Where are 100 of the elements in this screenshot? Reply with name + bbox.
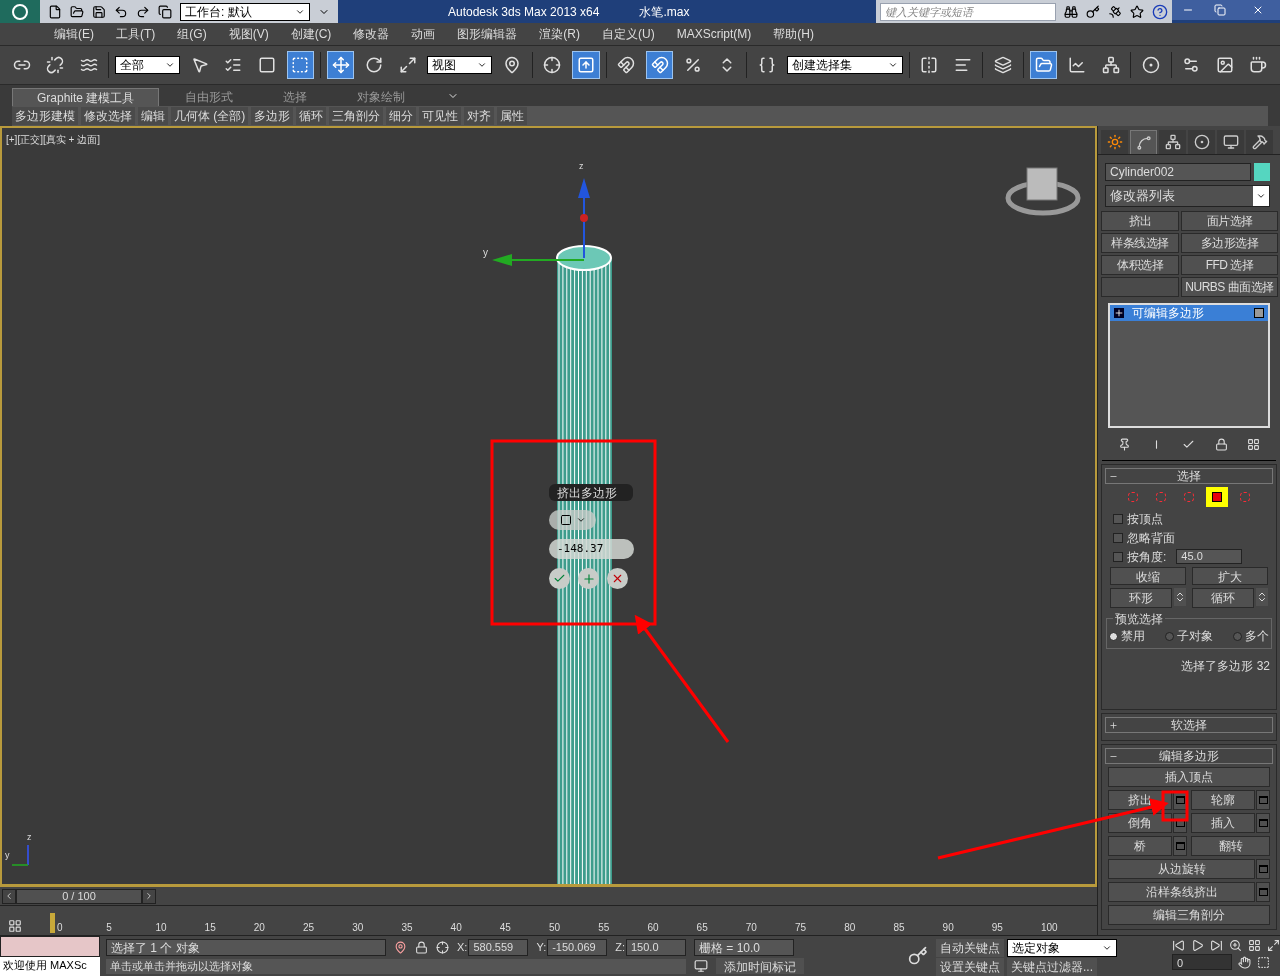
panel-button[interactable]: 多边形选择	[1181, 233, 1278, 253]
app-logo[interactable]	[0, 0, 40, 23]
rollout-header[interactable]: 选择	[1105, 468, 1273, 484]
panel-tab[interactable]	[1217, 130, 1244, 154]
ribbon-panel-button[interactable]: 修改选择	[81, 107, 135, 125]
file-icon[interactable]	[48, 4, 62, 19]
ribbon-tab[interactable]: 选择	[259, 88, 332, 106]
panel-button[interactable]: 编辑三角剖分	[1108, 905, 1270, 925]
ribbon-tab[interactable]: Graphite 建模工具	[12, 88, 160, 106]
rollout-header[interactable]: 软选择	[1105, 717, 1273, 733]
key-mode-dropdown[interactable]: 选定对象	[1007, 939, 1117, 957]
copy-icon[interactable]	[158, 4, 172, 19]
panel-button[interactable]: 沿样条线挤出	[1108, 882, 1255, 902]
ribbon-panel-button[interactable]: 循环	[296, 107, 327, 125]
ribbon-panel-button[interactable]: 几何体 (全部)	[171, 107, 249, 125]
panel-button[interactable]: 挤出	[1101, 211, 1179, 231]
toolbar-button[interactable]	[646, 51, 674, 79]
panel-button[interactable]: 轮廓	[1191, 790, 1255, 810]
search-field[interactable]: 键入关键字或短语	[880, 2, 1056, 21]
menu-item[interactable]: MAXScript(M)	[676, 25, 752, 43]
crosshair-icon[interactable]	[436, 941, 449, 954]
ribbon-tab[interactable]: 自由形式	[161, 88, 258, 106]
ribbon-panel-button[interactable]: 对齐	[464, 107, 495, 125]
panel-button[interactable]: 插入顶点	[1108, 767, 1270, 787]
menu-item[interactable]: 自定义(U)	[602, 25, 655, 43]
panel-button[interactable]: 翻转	[1191, 836, 1270, 856]
settings-button[interactable]	[1256, 859, 1270, 879]
ribbon-panel-button[interactable]: 多边形建模	[12, 107, 78, 125]
listener-field[interactable]	[0, 936, 100, 958]
box-select-icon[interactable]	[1257, 955, 1270, 969]
spinner-icon[interactable]	[1174, 588, 1186, 606]
workspace-dropdown[interactable]: 工作台: 默认	[180, 2, 310, 21]
pin-icon[interactable]	[394, 941, 407, 954]
toolbar-dropdown[interactable]: 视图	[427, 56, 493, 74]
settings-button[interactable]	[1256, 882, 1270, 902]
panel-tab[interactable]	[1101, 130, 1128, 154]
satellite-icon[interactable]	[1108, 4, 1122, 19]
rollout-header[interactable]: 编辑多边形	[1105, 748, 1273, 764]
pin-icon[interactable]	[1117, 437, 1131, 451]
binoculars-icon[interactable]	[1064, 4, 1078, 19]
panel-button[interactable]: 面片选择	[1181, 211, 1278, 231]
frame-marker[interactable]	[50, 913, 55, 933]
lock-icon[interactable]	[1214, 437, 1228, 451]
ribbon-panel-button[interactable]: 编辑	[138, 107, 168, 125]
viewport-label[interactable]: [+][正交][真实 + 边面]	[6, 132, 100, 147]
save-icon[interactable]	[92, 4, 106, 19]
undo-icon[interactable]	[114, 4, 128, 19]
time-slider-thumb[interactable]: 0 / 100	[16, 888, 142, 904]
menu-item[interactable]: 修改器	[353, 25, 390, 43]
ribbon-panel-button[interactable]: 多边形	[251, 107, 294, 125]
radio-button[interactable]	[1165, 631, 1174, 641]
menu-item[interactable]: 渲染(R)	[539, 25, 580, 43]
frame-field[interactable]: 0	[1172, 954, 1232, 970]
minimize-button[interactable]	[1172, 0, 1204, 20]
panel-button[interactable]: FFD 选择	[1181, 255, 1278, 275]
menu-item[interactable]: 创建(C)	[290, 25, 332, 43]
checkbox[interactable]	[1113, 513, 1123, 524]
expand-icon[interactable]	[1109, 721, 1118, 730]
skip-back-icon[interactable]	[1172, 939, 1185, 952]
ribbon-panel-button[interactable]: 细分	[386, 107, 417, 125]
toolbar-dropdown[interactable]: 全部	[115, 56, 181, 74]
checkbox[interactable]	[1113, 532, 1123, 543]
toolbar-button[interactable]	[1029, 51, 1058, 79]
viewport[interactable]: [+][正交][真实 + 边面] z y z y 挤出多边形 -148.37	[0, 126, 1097, 886]
panel-tab[interactable]	[1159, 130, 1186, 154]
add-time-tag-button[interactable]: 添加时间标记	[716, 958, 804, 974]
folder-icon[interactable]	[70, 4, 84, 19]
redo-icon[interactable]	[136, 4, 150, 19]
angle-field[interactable]: 45.0	[1176, 549, 1243, 564]
menu-item[interactable]: 组(G)	[177, 25, 207, 43]
key-icon[interactable]	[908, 946, 928, 966]
panel-tab[interactable]	[1188, 130, 1215, 154]
menu-item[interactable]: 帮助(H)	[773, 25, 814, 43]
panel-button[interactable]: 从边旋转	[1108, 859, 1255, 879]
panel-button[interactable]: 倒角	[1108, 813, 1172, 833]
panel-button[interactable]: 环形	[1110, 588, 1172, 608]
spinner-icon[interactable]	[1256, 588, 1268, 606]
toolbar-dropdown[interactable]: 创建选择集	[786, 56, 903, 74]
checkbox[interactable]	[1113, 551, 1123, 562]
auto-key-button[interactable]: 自动关键点	[936, 939, 1004, 957]
stack-item[interactable]: 可编辑多边形	[1110, 305, 1268, 321]
skip-forward-icon[interactable]	[1210, 939, 1223, 952]
key-icon[interactable]	[1086, 4, 1100, 19]
caddy-dropdown[interactable]	[549, 510, 596, 530]
menu-item[interactable]: 工具(T)	[116, 25, 156, 43]
key-filters-button[interactable]: 关键点过滤器...	[1007, 958, 1097, 976]
panel-button[interactable]: 桥	[1108, 836, 1172, 856]
modifier-list-dropdown[interactable]: 修改器列表	[1105, 185, 1270, 207]
object-name-field[interactable]: Cylinder002	[1105, 163, 1251, 181]
panel-button[interactable]: 循环	[1192, 588, 1254, 608]
color-swatch[interactable]	[1254, 163, 1270, 181]
lock-icon[interactable]	[415, 941, 428, 954]
panel-tab[interactable]	[1130, 130, 1157, 154]
radio-button[interactable]	[1233, 631, 1242, 641]
settings-button[interactable]	[1173, 790, 1187, 810]
zoom-icon[interactable]	[1229, 939, 1242, 952]
menu-item[interactable]: 动画	[411, 25, 436, 43]
settings-button[interactable]	[1256, 790, 1270, 810]
settings-button[interactable]	[1173, 836, 1187, 856]
ribbon-panel-button[interactable]: 可见性	[419, 107, 462, 125]
